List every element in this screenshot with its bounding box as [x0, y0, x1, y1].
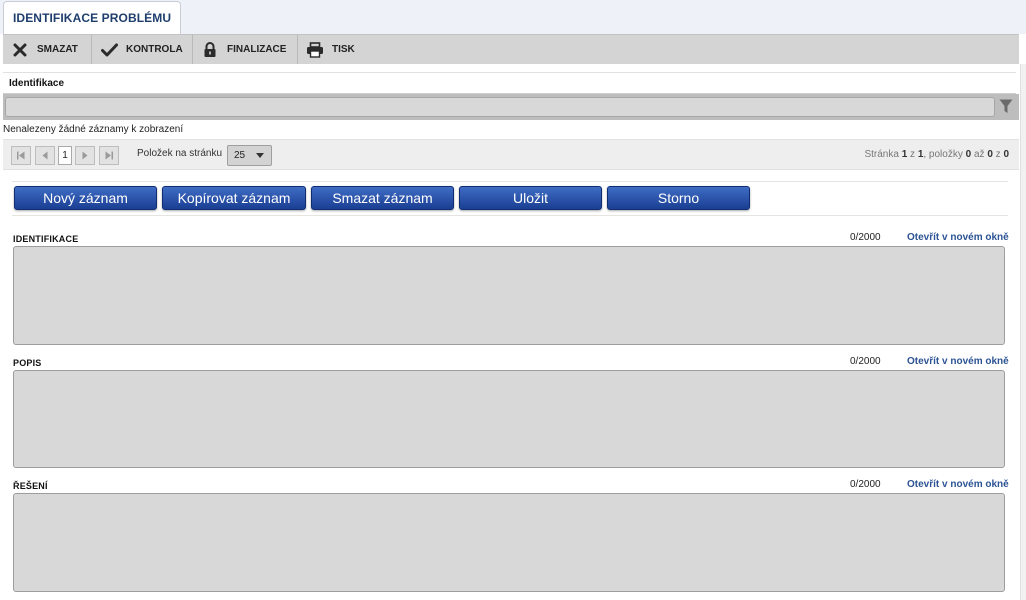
next-page-button[interactable]	[75, 146, 95, 165]
description-char-count: 0/2000	[850, 356, 881, 367]
close-icon	[11, 41, 29, 59]
delete-toolbar-label: SMAZAT	[37, 44, 78, 55]
check-icon	[100, 41, 118, 59]
solution-open-link[interactable]: Otevřít v novém okně	[907, 479, 1009, 490]
identification-open-link[interactable]: Otevřít v novém okně	[907, 232, 1009, 243]
toolbar: SMAZAT KONTROLA FINALIZACE TISK	[3, 34, 1019, 64]
divider	[12, 215, 1008, 216]
solution-char-count: 0/2000	[850, 479, 881, 490]
filter-input[interactable]	[5, 97, 995, 117]
divider	[12, 181, 1008, 182]
chevron-down-icon	[256, 153, 264, 158]
cancel-button[interactable]: Storno	[607, 186, 750, 210]
identification-label: IDENTIFIKACE	[13, 234, 79, 244]
filter-row	[3, 94, 1019, 120]
check-toolbar-button[interactable]: KONTROLA	[92, 35, 193, 64]
per-page-value: 25	[234, 150, 246, 161]
prev-page-button[interactable]	[35, 146, 55, 165]
first-page-icon	[17, 151, 25, 160]
first-page-button[interactable]	[11, 146, 31, 165]
vertical-scrollbar[interactable]	[1020, 64, 1026, 600]
identification-textarea[interactable]	[13, 246, 1005, 345]
save-button[interactable]: Uložit	[459, 186, 602, 210]
lock-icon	[201, 41, 219, 59]
empty-message: Nenalezeny žádné záznamy k zobrazení	[3, 124, 184, 135]
per-page-label: Položek na stránku	[137, 148, 223, 159]
description-textarea[interactable]	[13, 370, 1005, 468]
next-page-icon	[82, 151, 88, 160]
finalize-toolbar-button[interactable]: FINALIZACE	[193, 35, 298, 64]
description-open-link[interactable]: Otevřít v novém okně	[907, 356, 1009, 367]
check-toolbar-label: KONTROLA	[126, 44, 183, 55]
last-page-button[interactable]	[99, 146, 119, 165]
page-title-tab[interactable]: IDENTIFIKACE PROBLÉMU	[3, 1, 182, 35]
current-page-input[interactable]: 1	[58, 146, 72, 165]
solution-label: ŘEŠENÍ	[13, 481, 48, 491]
finalize-toolbar-label: FINALIZACE	[227, 44, 287, 55]
prev-page-icon	[42, 151, 48, 160]
print-toolbar-label: TISK	[332, 44, 355, 55]
delete-record-button[interactable]: Smazat záznam	[311, 186, 454, 210]
column-header-identification[interactable]: Identifikace	[3, 72, 1016, 94]
new-record-button[interactable]: Nový záznam	[14, 186, 157, 210]
description-label: POPIS	[13, 358, 42, 368]
solution-textarea[interactable]	[13, 493, 1005, 592]
last-page-icon	[105, 151, 113, 160]
copy-record-button[interactable]: Kopírovat záznam	[162, 186, 306, 210]
identification-char-count: 0/2000	[850, 232, 881, 243]
pager-status: Stránka 1 z 1, položky 0 až 0 z 0	[864, 149, 1009, 160]
per-page-select[interactable]: 25	[227, 145, 272, 166]
delete-toolbar-button[interactable]: SMAZAT	[3, 35, 92, 64]
print-toolbar-button[interactable]: TISK	[298, 35, 361, 64]
filter-icon[interactable]	[999, 99, 1013, 117]
printer-icon	[306, 41, 324, 59]
pager: 1 Položek na stránku 25 Stránka 1 z 1, p…	[3, 139, 1019, 170]
